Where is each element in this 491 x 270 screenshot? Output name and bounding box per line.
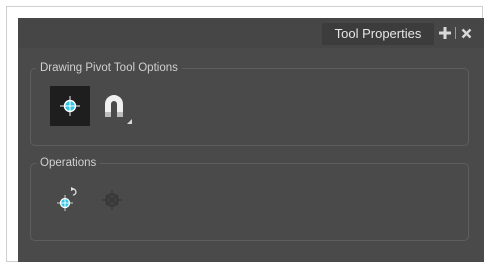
- reset-pivot-button[interactable]: [48, 180, 88, 220]
- operations-group: Operations: [30, 155, 469, 241]
- convert-pivot-button[interactable]: [92, 180, 132, 220]
- tab-controls: [438, 25, 473, 41]
- tab-tool-properties[interactable]: Tool Properties: [322, 23, 434, 45]
- pivot-mode-button[interactable]: [50, 86, 90, 126]
- reset-pivot-icon: [57, 187, 77, 211]
- tool-properties-panel: Tool Properties Drawing Pivot Tool Optio…: [18, 18, 484, 262]
- tab-bar: Tool Properties: [18, 18, 484, 48]
- close-icon[interactable]: [459, 25, 473, 41]
- magnet-icon: [105, 95, 123, 117]
- magnet-button[interactable]: [94, 86, 134, 126]
- drawing-pivot-options-title: Drawing Pivot Tool Options: [36, 60, 182, 76]
- dropdown-corner-arrow-icon: [127, 119, 132, 124]
- pivot-mode-icon: [60, 96, 80, 116]
- convert-pivot-icon: [102, 190, 122, 210]
- tab-separator: [455, 27, 456, 39]
- operations-title: Operations: [36, 155, 101, 171]
- plus-icon[interactable]: [438, 25, 452, 41]
- drawing-pivot-options-group: Drawing Pivot Tool Options: [30, 60, 469, 146]
